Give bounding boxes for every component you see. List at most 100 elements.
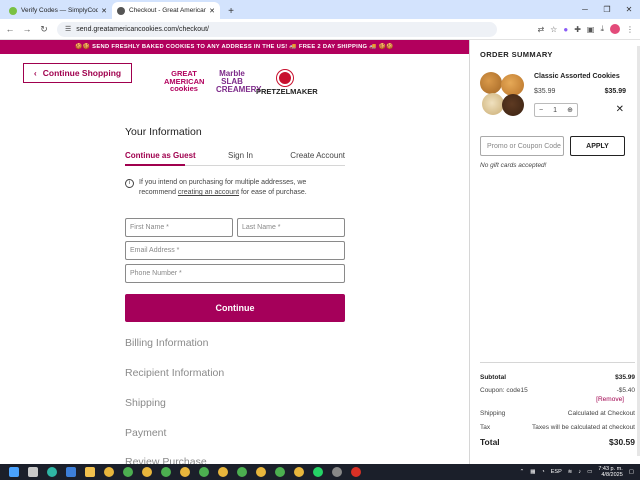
chrome-icon[interactable] — [180, 467, 190, 477]
simplycodes-favicon-icon — [9, 6, 17, 15]
chrome-icon[interactable] — [161, 467, 171, 477]
edge-icon[interactable] — [47, 467, 57, 477]
close-window-icon[interactable]: ✕ — [618, 5, 640, 14]
language-indicator[interactable]: ESP — [551, 469, 562, 475]
file-explorer-icon[interactable] — [85, 467, 95, 477]
coupon-value: -$5.40 — [616, 387, 635, 394]
chrome-icon[interactable] — [256, 467, 266, 477]
total-label: Total — [480, 437, 500, 447]
order-summary-heading: ORDER SUMMARY — [480, 50, 553, 59]
info-icon: i — [125, 179, 134, 188]
mail-icon[interactable] — [66, 467, 76, 477]
gac-logo-text: GREAT AMERICAN cookies — [164, 69, 205, 93]
chrome-icon[interactable] — [294, 467, 304, 477]
side-panel-icon[interactable]: ▣ — [587, 25, 595, 34]
battery-icon[interactable]: ▭ — [587, 469, 592, 475]
tab-create-account[interactable]: Create Account — [290, 151, 345, 160]
clock[interactable]: 7:43 p. m. 4/8/2025 — [598, 466, 622, 479]
tax-label: Tax — [480, 424, 491, 431]
back-icon[interactable]: ← — [3, 24, 17, 34]
shipping-row: Shipping Calculated at Checkout — [480, 410, 635, 417]
tax-row: Tax Taxes will be calculated at checkout — [480, 424, 635, 431]
browser-tab-checkout[interactable]: Checkout - Great American Cookies ✕ — [112, 2, 220, 19]
reload-icon[interactable]: ↻ — [37, 24, 51, 35]
continue-button[interactable]: Continue — [125, 294, 345, 322]
first-name-field[interactable]: First Name * — [125, 218, 233, 237]
phone-field[interactable]: Phone Number * — [125, 264, 345, 283]
downloads-icon[interactable]: ⤓ — [600, 24, 604, 34]
phone-placeholder: Phone Number * — [130, 270, 182, 277]
summary-divider — [480, 362, 635, 363]
shipping-value: Calculated at Checkout — [567, 410, 635, 417]
coupon-row: Coupon: code15 -$5.40 — [480, 387, 635, 394]
menu-kebab-icon[interactable]: ⋮ — [626, 25, 634, 34]
chrome-icon[interactable] — [104, 467, 114, 477]
extension-icon[interactable]: ● — [563, 25, 568, 34]
profile-avatar-icon[interactable] — [610, 24, 620, 34]
recording-app-icon[interactable] — [351, 467, 361, 477]
coupon-label: Coupon: code15 — [480, 387, 528, 394]
chrome-icon[interactable] — [218, 467, 228, 477]
product-unit-price: $35.99 — [534, 88, 556, 95]
tray-apps-icon[interactable]: ▦ — [530, 469, 535, 475]
pretzelmaker-logo[interactable]: PRETZELMAKER — [256, 70, 318, 96]
chrome-icon[interactable] — [275, 467, 285, 477]
your-information-heading: Your Information — [125, 126, 202, 138]
marble-slab-logo-text: Marble SLAB CREAMERY — [216, 69, 262, 94]
promo-banner: 🍪🍪 SEND FRESHLY BAKED COOKIES TO ANY ADD… — [0, 40, 469, 54]
app-icon[interactable] — [332, 467, 342, 477]
create-account-link[interactable]: creating an account — [178, 189, 239, 196]
notifications-icon[interactable]: ▢ — [629, 469, 634, 475]
chrome-icon[interactable] — [142, 467, 152, 477]
windows-start-icon[interactable] — [9, 467, 19, 477]
remove-coupon-link[interactable]: [Remove] — [596, 396, 624, 403]
shipping-label: Shipping — [480, 410, 506, 417]
chrome-icon[interactable] — [199, 467, 209, 477]
browser-tab-simplycodes[interactable]: Verify Codes — SimplyCodes ✕ — [4, 2, 112, 19]
tray-chevron-up-icon[interactable]: ⌃ — [520, 469, 525, 475]
multiple-address-notice: i If you intend on purchasing for multip… — [125, 178, 345, 198]
bookmark-star-icon[interactable]: ☆ — [550, 25, 557, 34]
taskbar: ⌃ ▦ ◔ ESP ≋ ♪ ▭ 7:43 p. m. 4/8/2025 ▢ — [0, 464, 640, 480]
chevron-left-icon: ‹ — [33, 68, 37, 78]
cookie-image — [482, 93, 504, 115]
decrease-quantity-button[interactable]: − — [539, 107, 543, 114]
browser-tab-bar: Verify Codes — SimplyCodes ✕ Checkout - … — [0, 0, 640, 19]
close-tab-icon[interactable]: ✕ — [101, 7, 107, 15]
tab-sign-in[interactable]: Sign In — [228, 151, 253, 160]
apply-button[interactable]: APPLY — [570, 136, 625, 156]
task-view-icon[interactable] — [28, 467, 38, 477]
email-field[interactable]: Email Address * — [125, 241, 345, 260]
promo-code-input[interactable]: Promo or Coupon Code — [480, 136, 564, 156]
network-icon[interactable]: ◔ — [541, 469, 544, 475]
increase-quantity-button[interactable]: ⊕ — [567, 106, 573, 114]
restore-icon[interactable]: ❐ — [596, 5, 618, 14]
chrome-icon[interactable] — [123, 467, 133, 477]
checkout-favicon-icon — [117, 6, 125, 15]
close-tab-icon[interactable]: ✕ — [209, 7, 215, 15]
minimize-icon[interactable]: ─ — [574, 5, 596, 14]
remove-item-icon[interactable]: ✕ — [616, 104, 624, 115]
site-info-icon[interactable]: ☰ — [65, 25, 71, 33]
tab-continue-as-guest[interactable]: Continue as Guest — [125, 151, 196, 160]
marble-slab-logo[interactable]: Marble SLAB CREAMERY — [216, 70, 261, 94]
forward-icon[interactable]: → — [20, 24, 34, 34]
translate-icon[interactable]: ⇄ — [537, 25, 544, 34]
subtotal-row: Subtotal $35.99 — [480, 374, 635, 381]
whatsapp-icon[interactable] — [313, 467, 323, 477]
extensions-puzzle-icon[interactable]: ✚ — [574, 25, 581, 34]
quantity-value[interactable]: 1 — [553, 107, 557, 114]
cookie-image — [502, 94, 524, 116]
subtotal-value: $35.99 — [615, 374, 635, 381]
url-field[interactable]: ☰ send.greatamericancookies.com/checkout… — [57, 21, 497, 37]
great-american-cookies-logo[interactable]: GREAT AMERICAN cookies — [164, 70, 204, 93]
chrome-icon[interactable] — [237, 467, 247, 477]
checkout-page: 🍪🍪 SEND FRESHLY BAKED COOKIES TO ANY ADD… — [0, 40, 640, 468]
last-name-field[interactable]: Last Name * — [237, 218, 345, 237]
promo-placeholder: Promo or Coupon Code — [487, 142, 561, 150]
active-tab-indicator — [125, 164, 185, 166]
volume-icon[interactable]: ♪ — [578, 469, 581, 475]
new-tab-icon[interactable]: + — [224, 6, 238, 17]
wifi-icon[interactable]: ≋ — [568, 469, 573, 475]
continue-shopping-button[interactable]: ‹ Continue Shopping — [23, 63, 132, 83]
